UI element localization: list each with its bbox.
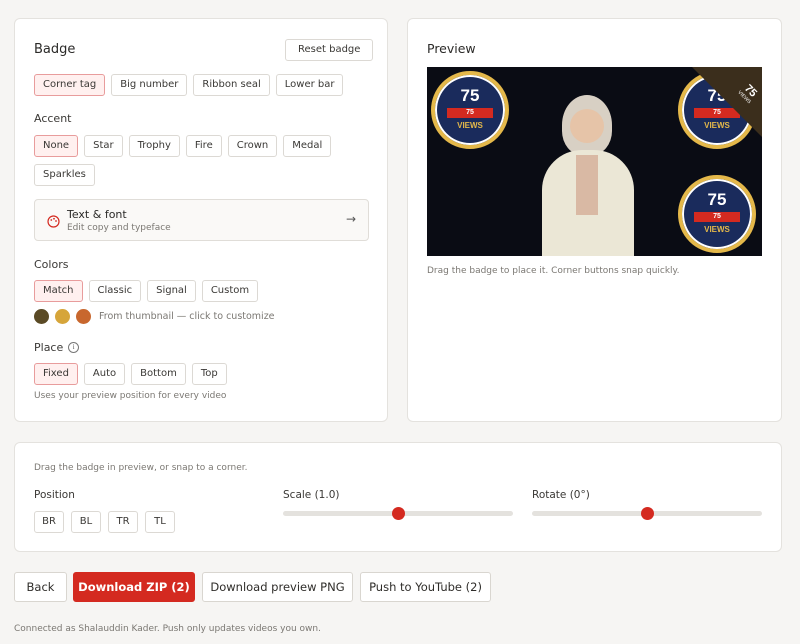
style-ribbon-seal[interactable]: Ribbon seal — [193, 74, 270, 96]
accent-trophy[interactable]: Trophy — [128, 135, 180, 157]
connection-status: Connected as Shalauddin Kader. Push only… — [14, 624, 321, 634]
preview-title: Preview — [427, 41, 476, 56]
push-to-youtube-button[interactable]: Push to YouTube (2) — [360, 572, 491, 602]
swatch-gold[interactable] — [55, 309, 70, 324]
color-signal[interactable]: Signal — [147, 280, 196, 302]
text-font-subtitle: Edit copy and typeface — [67, 223, 171, 233]
place-bottom[interactable]: Bottom — [131, 363, 186, 385]
rotate-label: Rotate (0°) — [532, 489, 590, 501]
scale-slider-thumb[interactable] — [391, 507, 405, 520]
place-label-row: Place i — [34, 341, 80, 354]
swatch-dark-olive[interactable] — [34, 309, 49, 324]
place-fixed[interactable]: Fixed — [34, 363, 78, 385]
place-top[interactable]: Top — [191, 363, 227, 385]
accent-crown[interactable]: Crown — [227, 135, 278, 157]
preview-hint: Drag the badge to place it. Corner butto… — [427, 266, 680, 276]
position-bl[interactable]: BL — [71, 511, 101, 533]
back-button[interactable]: Back — [14, 572, 67, 602]
controls-panel: Drag the badge in preview, or snap to a … — [14, 442, 782, 552]
swatch-orange[interactable] — [76, 309, 91, 324]
text-font-title: Text & font — [67, 208, 127, 221]
accent-label: Accent — [34, 112, 72, 125]
preview-panel: Preview 75 75 VIEWS 75 75 VIEWS 75 75 VI… — [407, 18, 782, 422]
accent-star[interactable]: Star — [84, 135, 123, 157]
place-label: Place — [34, 341, 64, 354]
color-match[interactable]: Match — [34, 280, 83, 302]
color-classic[interactable]: Classic — [88, 280, 142, 302]
preview-badge-bottom-right[interactable]: 75 75 VIEWS — [678, 175, 756, 253]
color-custom[interactable]: Custom — [201, 280, 259, 302]
style-lower-bar[interactable]: Lower bar — [275, 74, 344, 96]
position-label: Position — [34, 489, 75, 501]
place-auto[interactable]: Auto — [83, 363, 126, 385]
color-swatches: From thumbnail — click to customize — [34, 309, 275, 324]
download-preview-png-button[interactable]: Download preview PNG — [202, 572, 353, 602]
speaker-figure — [532, 95, 642, 256]
scale-label: Scale (1.0) — [283, 489, 340, 501]
arrow-right-icon: → — [345, 212, 356, 226]
preview-image[interactable]: 75 75 VIEWS 75 75 VIEWS 75 75 VIEWS 75 V… — [427, 67, 762, 256]
accent-medal[interactable]: Medal — [283, 135, 332, 157]
reset-badge-button[interactable]: Reset badge — [285, 39, 374, 61]
preview-badge-top-left[interactable]: 75 75 VIEWS — [431, 71, 509, 149]
download-zip-button[interactable]: Download ZIP (2) — [73, 572, 195, 602]
position-tl[interactable]: TL — [145, 511, 175, 533]
style-corner-tag[interactable]: Corner tag — [34, 74, 106, 96]
controls-hint: Drag the badge in preview, or snap to a … — [34, 463, 248, 473]
rotate-slider-thumb[interactable] — [640, 507, 654, 520]
accent-none[interactable]: None — [34, 135, 79, 157]
style-big-number[interactable]: Big number — [111, 74, 188, 96]
text-font-card[interactable]: Text & font Edit copy and typeface → — [34, 199, 369, 241]
info-icon[interactable]: i — [68, 342, 80, 353]
position-tr[interactable]: TR — [108, 511, 138, 533]
accent-sparkles[interactable]: Sparkles — [34, 164, 95, 186]
place-hint: Uses your preview position for every vid… — [34, 391, 227, 401]
badge-panel-title: Badge — [34, 42, 76, 57]
colors-label: Colors — [34, 258, 69, 271]
swatch-hint: From thumbnail — click to customize — [99, 311, 275, 322]
badge-panel: Badge Reset badge Corner tag Big number … — [14, 18, 388, 422]
accent-fire[interactable]: Fire — [185, 135, 222, 157]
palette-icon — [47, 213, 60, 228]
position-br[interactable]: BR — [34, 511, 64, 533]
corner-tag[interactable] — [692, 67, 762, 137]
